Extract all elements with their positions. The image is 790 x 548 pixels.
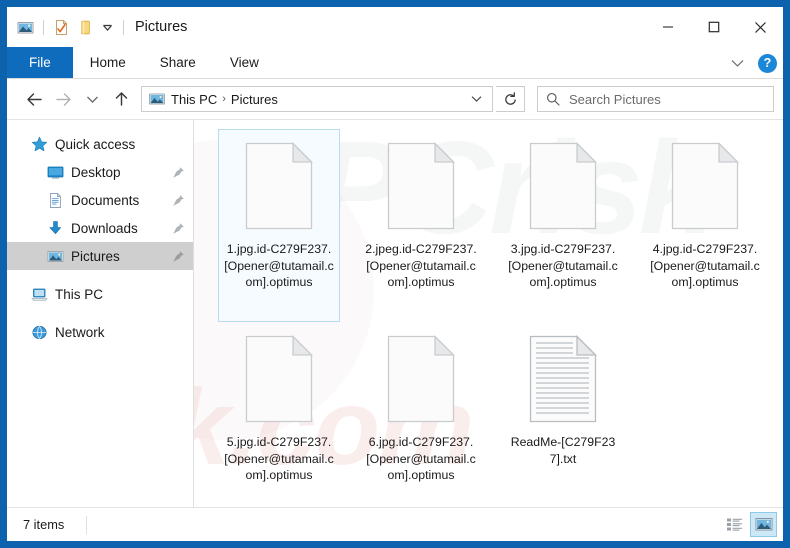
documents-icon bbox=[47, 192, 64, 209]
sidebar-label: Pictures bbox=[71, 249, 172, 264]
ribbon-right-controls: ? bbox=[726, 47, 777, 79]
search-icon bbox=[546, 92, 560, 106]
sidebar-gap-2 bbox=[7, 308, 193, 318]
file-item[interactable]: ReadMe-[C279F237].txt bbox=[502, 322, 624, 507]
file-name: 4.jpg.id-C279F237.[Opener@tutamail.com].… bbox=[649, 241, 761, 295]
qat-separator-1 bbox=[43, 20, 44, 35]
blank-file-icon bbox=[242, 138, 316, 234]
file-name: 6.jpg.id-C279F237.[Opener@tutamail.com].… bbox=[365, 434, 477, 488]
sidebar-item-pictures[interactable]: Pictures bbox=[7, 242, 193, 270]
breadcrumb[interactable]: This PC › Pictures bbox=[141, 86, 493, 112]
file-item[interactable]: 6.jpg.id-C279F237.[Opener@tutamail.com].… bbox=[360, 322, 482, 507]
window-body: Quick access Desktop bbox=[7, 119, 783, 507]
window-title: Pictures bbox=[135, 19, 187, 35]
pin-icon[interactable] bbox=[172, 166, 185, 179]
properties-icon[interactable] bbox=[53, 19, 70, 36]
text-file-icon bbox=[526, 331, 600, 427]
refresh-button[interactable] bbox=[496, 86, 525, 112]
pin-icon[interactable] bbox=[172, 222, 185, 235]
file-name: 3.jpg.id-C279F237.[Opener@tutamail.com].… bbox=[507, 241, 619, 295]
pictures-icon[interactable] bbox=[17, 19, 34, 36]
back-button[interactable] bbox=[21, 86, 47, 112]
navigation-pane: Quick access Desktop bbox=[7, 120, 193, 507]
sidebar-item-network[interactable]: Network bbox=[7, 318, 193, 346]
sidebar-label: This PC bbox=[55, 287, 185, 302]
sidebar-gap-1 bbox=[7, 270, 193, 280]
desktop-icon bbox=[47, 164, 64, 181]
file-name: 1.jpg.id-C279F237.[Opener@tutamail.com].… bbox=[223, 241, 335, 295]
sidebar-item-documents[interactable]: Documents bbox=[7, 186, 193, 214]
address-bar: This PC › Pictures bbox=[7, 79, 783, 119]
large-icons-view-button[interactable] bbox=[750, 512, 777, 537]
star-icon bbox=[31, 136, 48, 153]
sidebar-item-this-pc[interactable]: This PC bbox=[7, 280, 193, 308]
blank-file-icon bbox=[242, 331, 316, 427]
explorer-window: Pictures File Home Share View ? bbox=[7, 7, 783, 541]
view-toggle-group bbox=[721, 512, 777, 537]
help-button[interactable]: ? bbox=[758, 54, 777, 73]
sidebar-item-quick-access[interactable]: Quick access bbox=[7, 130, 193, 158]
sidebar-label: Downloads bbox=[71, 221, 172, 236]
file-item[interactable]: 3.jpg.id-C279F237.[Opener@tutamail.com].… bbox=[502, 129, 624, 322]
file-item[interactable]: 4.jpg.id-C279F237.[Opener@tutamail.com].… bbox=[644, 129, 766, 322]
network-icon bbox=[31, 324, 48, 341]
ribbon-tabs: File Home Share View ? bbox=[7, 47, 783, 79]
qat-separator-2 bbox=[123, 20, 124, 35]
title-bar: Pictures bbox=[7, 7, 783, 47]
pictures-icon bbox=[149, 91, 165, 107]
status-separator bbox=[86, 516, 87, 534]
breadcrumb-dropdown-icon[interactable] bbox=[466, 87, 486, 111]
blank-file-icon bbox=[668, 138, 742, 234]
breadcrumb-separator-icon[interactable]: › bbox=[220, 93, 228, 105]
window-controls bbox=[645, 7, 783, 47]
sidebar-label: Network bbox=[55, 325, 185, 340]
up-button[interactable] bbox=[108, 86, 134, 112]
search-box[interactable] bbox=[537, 86, 774, 112]
blank-file-icon bbox=[384, 138, 458, 234]
close-button[interactable] bbox=[737, 7, 783, 47]
blank-file-icon bbox=[384, 331, 458, 427]
pictures-icon bbox=[47, 248, 64, 265]
tab-home[interactable]: Home bbox=[73, 47, 143, 78]
sidebar-label: Documents bbox=[71, 193, 172, 208]
file-grid: 1.jpg.id-C279F237.[Opener@tutamail.com].… bbox=[194, 120, 783, 507]
blank-file-icon bbox=[526, 138, 600, 234]
tab-view[interactable]: View bbox=[213, 47, 276, 78]
file-item[interactable]: 2.jpeg.id-C279F237.[Opener@tutamail.com]… bbox=[360, 129, 482, 322]
file-item[interactable]: 1.jpg.id-C279F237.[Opener@tutamail.com].… bbox=[218, 129, 340, 322]
breadcrumb-item-this-pc[interactable]: This PC bbox=[168, 92, 220, 107]
tab-share[interactable]: Share bbox=[143, 47, 213, 78]
file-name: 2.jpeg.id-C279F237.[Opener@tutamail.com]… bbox=[365, 241, 477, 295]
details-view-button[interactable] bbox=[721, 512, 748, 537]
quick-access-toolbar bbox=[7, 19, 126, 36]
pin-icon[interactable] bbox=[172, 250, 185, 263]
sidebar-label: Quick access bbox=[55, 137, 185, 152]
this-pc-icon bbox=[31, 286, 48, 303]
file-name: 5.jpg.id-C279F237.[Opener@tutamail.com].… bbox=[223, 434, 335, 488]
pin-icon[interactable] bbox=[172, 194, 185, 207]
sidebar-item-desktop[interactable]: Desktop bbox=[7, 158, 193, 186]
forward-button[interactable] bbox=[50, 86, 76, 112]
customize-chevron-icon[interactable] bbox=[101, 21, 114, 34]
recent-locations-button[interactable] bbox=[79, 86, 105, 112]
new-folder-icon[interactable] bbox=[77, 19, 94, 36]
sidebar-item-downloads[interactable]: Downloads bbox=[7, 214, 193, 242]
sidebar-label: Desktop bbox=[71, 165, 172, 180]
search-input[interactable] bbox=[569, 92, 773, 107]
status-bar: 7 items bbox=[7, 507, 783, 541]
chevron-down-icon[interactable] bbox=[726, 52, 748, 74]
file-item[interactable]: 5.jpg.id-C279F237.[Opener@tutamail.com].… bbox=[218, 322, 340, 507]
maximize-button[interactable] bbox=[691, 7, 737, 47]
file-list-pane[interactable]: PCrisk risk.com 1.jpg.id-C279F237.[Opene… bbox=[194, 120, 783, 507]
item-count-label: 7 items bbox=[23, 517, 64, 532]
tab-file[interactable]: File bbox=[7, 47, 73, 78]
file-name: ReadMe-[C279F237].txt bbox=[507, 434, 619, 471]
breadcrumb-item-pictures[interactable]: Pictures bbox=[228, 92, 281, 107]
minimize-button[interactable] bbox=[645, 7, 691, 47]
downloads-icon bbox=[47, 220, 64, 237]
